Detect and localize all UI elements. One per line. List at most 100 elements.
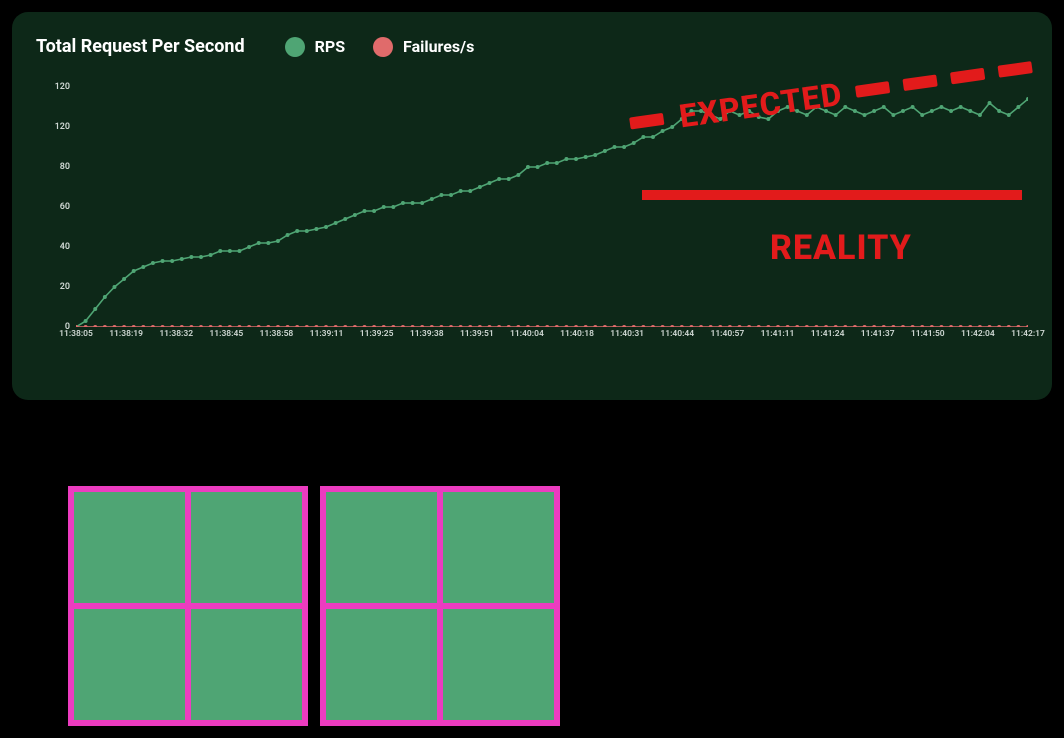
legend-label-rps: RPS [315, 37, 345, 56]
series-point [391, 205, 395, 209]
x-tick: 11:41:50 [911, 329, 945, 339]
series-point [209, 253, 213, 257]
series-point [382, 325, 386, 327]
series-point [891, 113, 895, 117]
x-tick: 11:41:24 [811, 329, 845, 339]
series-point [247, 325, 251, 327]
series-point [411, 325, 415, 327]
series-point [1007, 113, 1011, 117]
series-point [545, 325, 549, 327]
series-point [189, 325, 193, 327]
series-point [949, 109, 953, 113]
grid-cell [74, 492, 185, 603]
series-point [391, 325, 395, 327]
series-point [526, 325, 530, 327]
series-point [564, 325, 568, 327]
series-point [988, 325, 992, 327]
series-point [507, 177, 511, 181]
series-point [334, 221, 338, 225]
series-point [372, 325, 376, 327]
series-point [613, 145, 617, 149]
series-point [978, 325, 982, 327]
series-point [718, 325, 722, 327]
grid-cell [191, 492, 302, 603]
series-point [103, 295, 107, 299]
series-point [93, 325, 97, 327]
series-point [1007, 325, 1011, 327]
series-point [516, 325, 520, 327]
x-tick: 11:38:05 [59, 329, 93, 339]
series-point [353, 213, 357, 217]
series-point [411, 201, 415, 205]
grid-cell [74, 609, 185, 720]
series-point [257, 325, 261, 327]
y-tick: 120 [44, 122, 70, 132]
series-point [430, 197, 434, 201]
series-point [949, 325, 953, 327]
series-point [237, 325, 241, 327]
chart-title: Total Request Per Second [36, 36, 245, 57]
series-point [161, 259, 165, 263]
series-point [84, 325, 88, 327]
series-point [247, 245, 251, 249]
x-tick: 11:40:18 [560, 329, 594, 339]
plot-area: 020406080120120 11:38:0511:38:1911:38:32… [44, 87, 1028, 357]
series-point [968, 325, 972, 327]
series-point [84, 319, 88, 323]
series-point [689, 325, 693, 327]
series-point [199, 325, 203, 327]
x-tick: 11:39:51 [460, 329, 494, 339]
series-point [1016, 105, 1020, 109]
series-point [420, 201, 424, 205]
x-tick: 11:39:25 [360, 329, 394, 339]
x-tick: 11:38:45 [209, 329, 243, 339]
series-point [593, 325, 597, 327]
x-tick: 11:40:57 [710, 329, 744, 339]
dash-icon [902, 74, 937, 91]
chart-svg [76, 87, 1028, 327]
series-point [439, 325, 443, 327]
series-point [141, 265, 145, 269]
series-point [853, 325, 857, 327]
series-point [439, 193, 443, 197]
series-point [228, 325, 232, 327]
series-point [651, 325, 655, 327]
series-point [641, 325, 645, 327]
series-point [507, 325, 511, 327]
series-point [363, 209, 367, 213]
dash-icon [855, 81, 890, 98]
series-point [738, 325, 742, 327]
series-point [141, 325, 145, 327]
series-point [199, 255, 203, 259]
series-point [122, 325, 126, 327]
series-point [218, 249, 222, 253]
series-point [497, 325, 501, 327]
series-point [757, 325, 761, 327]
series-point [382, 205, 386, 209]
series-point [843, 325, 847, 327]
series-point [901, 109, 905, 113]
series-point [314, 227, 318, 231]
series-point [939, 105, 943, 109]
x-tick: 11:40:44 [660, 329, 694, 339]
x-tick: 11:41:37 [861, 329, 895, 339]
series-point [170, 325, 174, 327]
series-point [834, 325, 838, 327]
x-tick: 11:42:17 [1011, 329, 1045, 339]
series-point [170, 259, 174, 263]
series-point [920, 325, 924, 327]
series-point [709, 325, 713, 327]
legend-dot-rps [285, 37, 305, 57]
series-point [776, 325, 780, 327]
y-tick: 40 [44, 242, 70, 252]
series-point [670, 325, 674, 327]
series-point [872, 109, 876, 113]
y-tick: 120 [44, 82, 70, 92]
series-point [766, 325, 770, 327]
series-point [603, 325, 607, 327]
series-point [545, 161, 549, 165]
series-point [286, 233, 290, 237]
series-point [891, 325, 895, 327]
series-point [536, 325, 540, 327]
series-point [786, 325, 790, 327]
